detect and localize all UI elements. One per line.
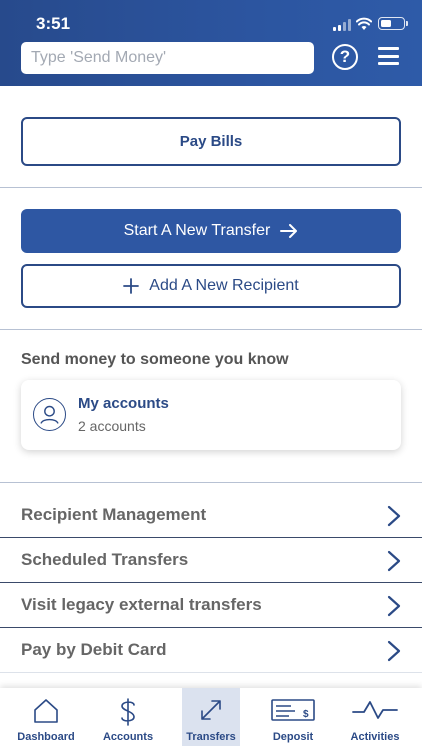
help-button[interactable]: ? [332, 44, 358, 70]
divider [0, 329, 422, 330]
hamburger-menu-icon[interactable] [378, 47, 399, 65]
divider [0, 187, 422, 188]
chevron-right-icon [387, 640, 401, 662]
check-deposit-icon: $ [271, 699, 315, 721]
chevron-right-icon [387, 595, 401, 617]
tab-dashboard[interactable]: Dashboard [17, 688, 75, 746]
list-item-scheduled-transfers[interactable]: Scheduled Transfers [0, 538, 422, 583]
pay-bills-label: Pay Bills [179, 133, 243, 150]
tab-label: Activities [350, 731, 400, 743]
tab-accounts[interactable]: Accounts [99, 688, 157, 746]
section-title: Send money to someone you know [21, 351, 289, 368]
divider [0, 482, 422, 483]
question-circle-icon: ? [339, 47, 351, 66]
pay-bills-button[interactable]: Pay Bills [21, 117, 401, 166]
transfer-arrows-icon [201, 700, 221, 720]
person-icon [33, 398, 66, 431]
list-item-pay-by-debit-card[interactable]: Pay by Debit Card [0, 628, 422, 673]
tab-activities[interactable]: Activities [346, 688, 404, 746]
tab-label: Dashboard [17, 731, 75, 743]
chevron-right-icon [387, 505, 401, 527]
arrow-right-icon [280, 224, 298, 238]
dollar-icon [121, 698, 135, 726]
list-item-label: Recipient Management [21, 505, 207, 524]
tab-label: Deposit [272, 731, 314, 743]
chevron-right-icon [387, 550, 401, 572]
add-recipient-button[interactable]: Add A New Recipient [21, 264, 401, 308]
list-item-label: Scheduled Transfers [21, 550, 189, 569]
plus-icon [123, 278, 140, 294]
list-item-label: Pay by Debit Card [21, 640, 167, 659]
home-icon [34, 699, 58, 723]
tab-label: Transfers [186, 731, 236, 743]
status-time: 3:51 [36, 14, 71, 33]
battery-icon [378, 17, 408, 30]
card-subtitle: 2 accounts [78, 418, 146, 434]
tab-transfers[interactable]: Transfers [182, 688, 240, 746]
list-item-recipient-management[interactable]: Recipient Management [0, 493, 422, 538]
card-title: My accounts [78, 395, 169, 412]
activity-pulse-icon [352, 701, 398, 719]
start-transfer-label: Start A New Transfer [123, 222, 271, 239]
svg-text:$: $ [303, 709, 309, 720]
my-accounts-card[interactable]: My accounts 2 accounts [21, 380, 401, 450]
bottom-tab-bar: Dashboard Accounts Transfers $ Deposit A… [0, 688, 422, 750]
app-header: 3:51 ? [0, 0, 422, 86]
tab-deposit[interactable]: $ Deposit [264, 688, 322, 746]
add-recipient-label: Add A New Recipient [149, 277, 299, 294]
list-item-legacy-external-transfers[interactable]: Visit legacy external transfers [0, 583, 422, 628]
search-input[interactable] [21, 42, 314, 74]
start-transfer-button[interactable]: Start A New Transfer [21, 209, 401, 253]
signal-icon [333, 19, 351, 31]
tab-label: Accounts [102, 731, 154, 743]
wifi-icon [356, 17, 372, 30]
list-item-label: Visit legacy external transfers [21, 595, 262, 614]
